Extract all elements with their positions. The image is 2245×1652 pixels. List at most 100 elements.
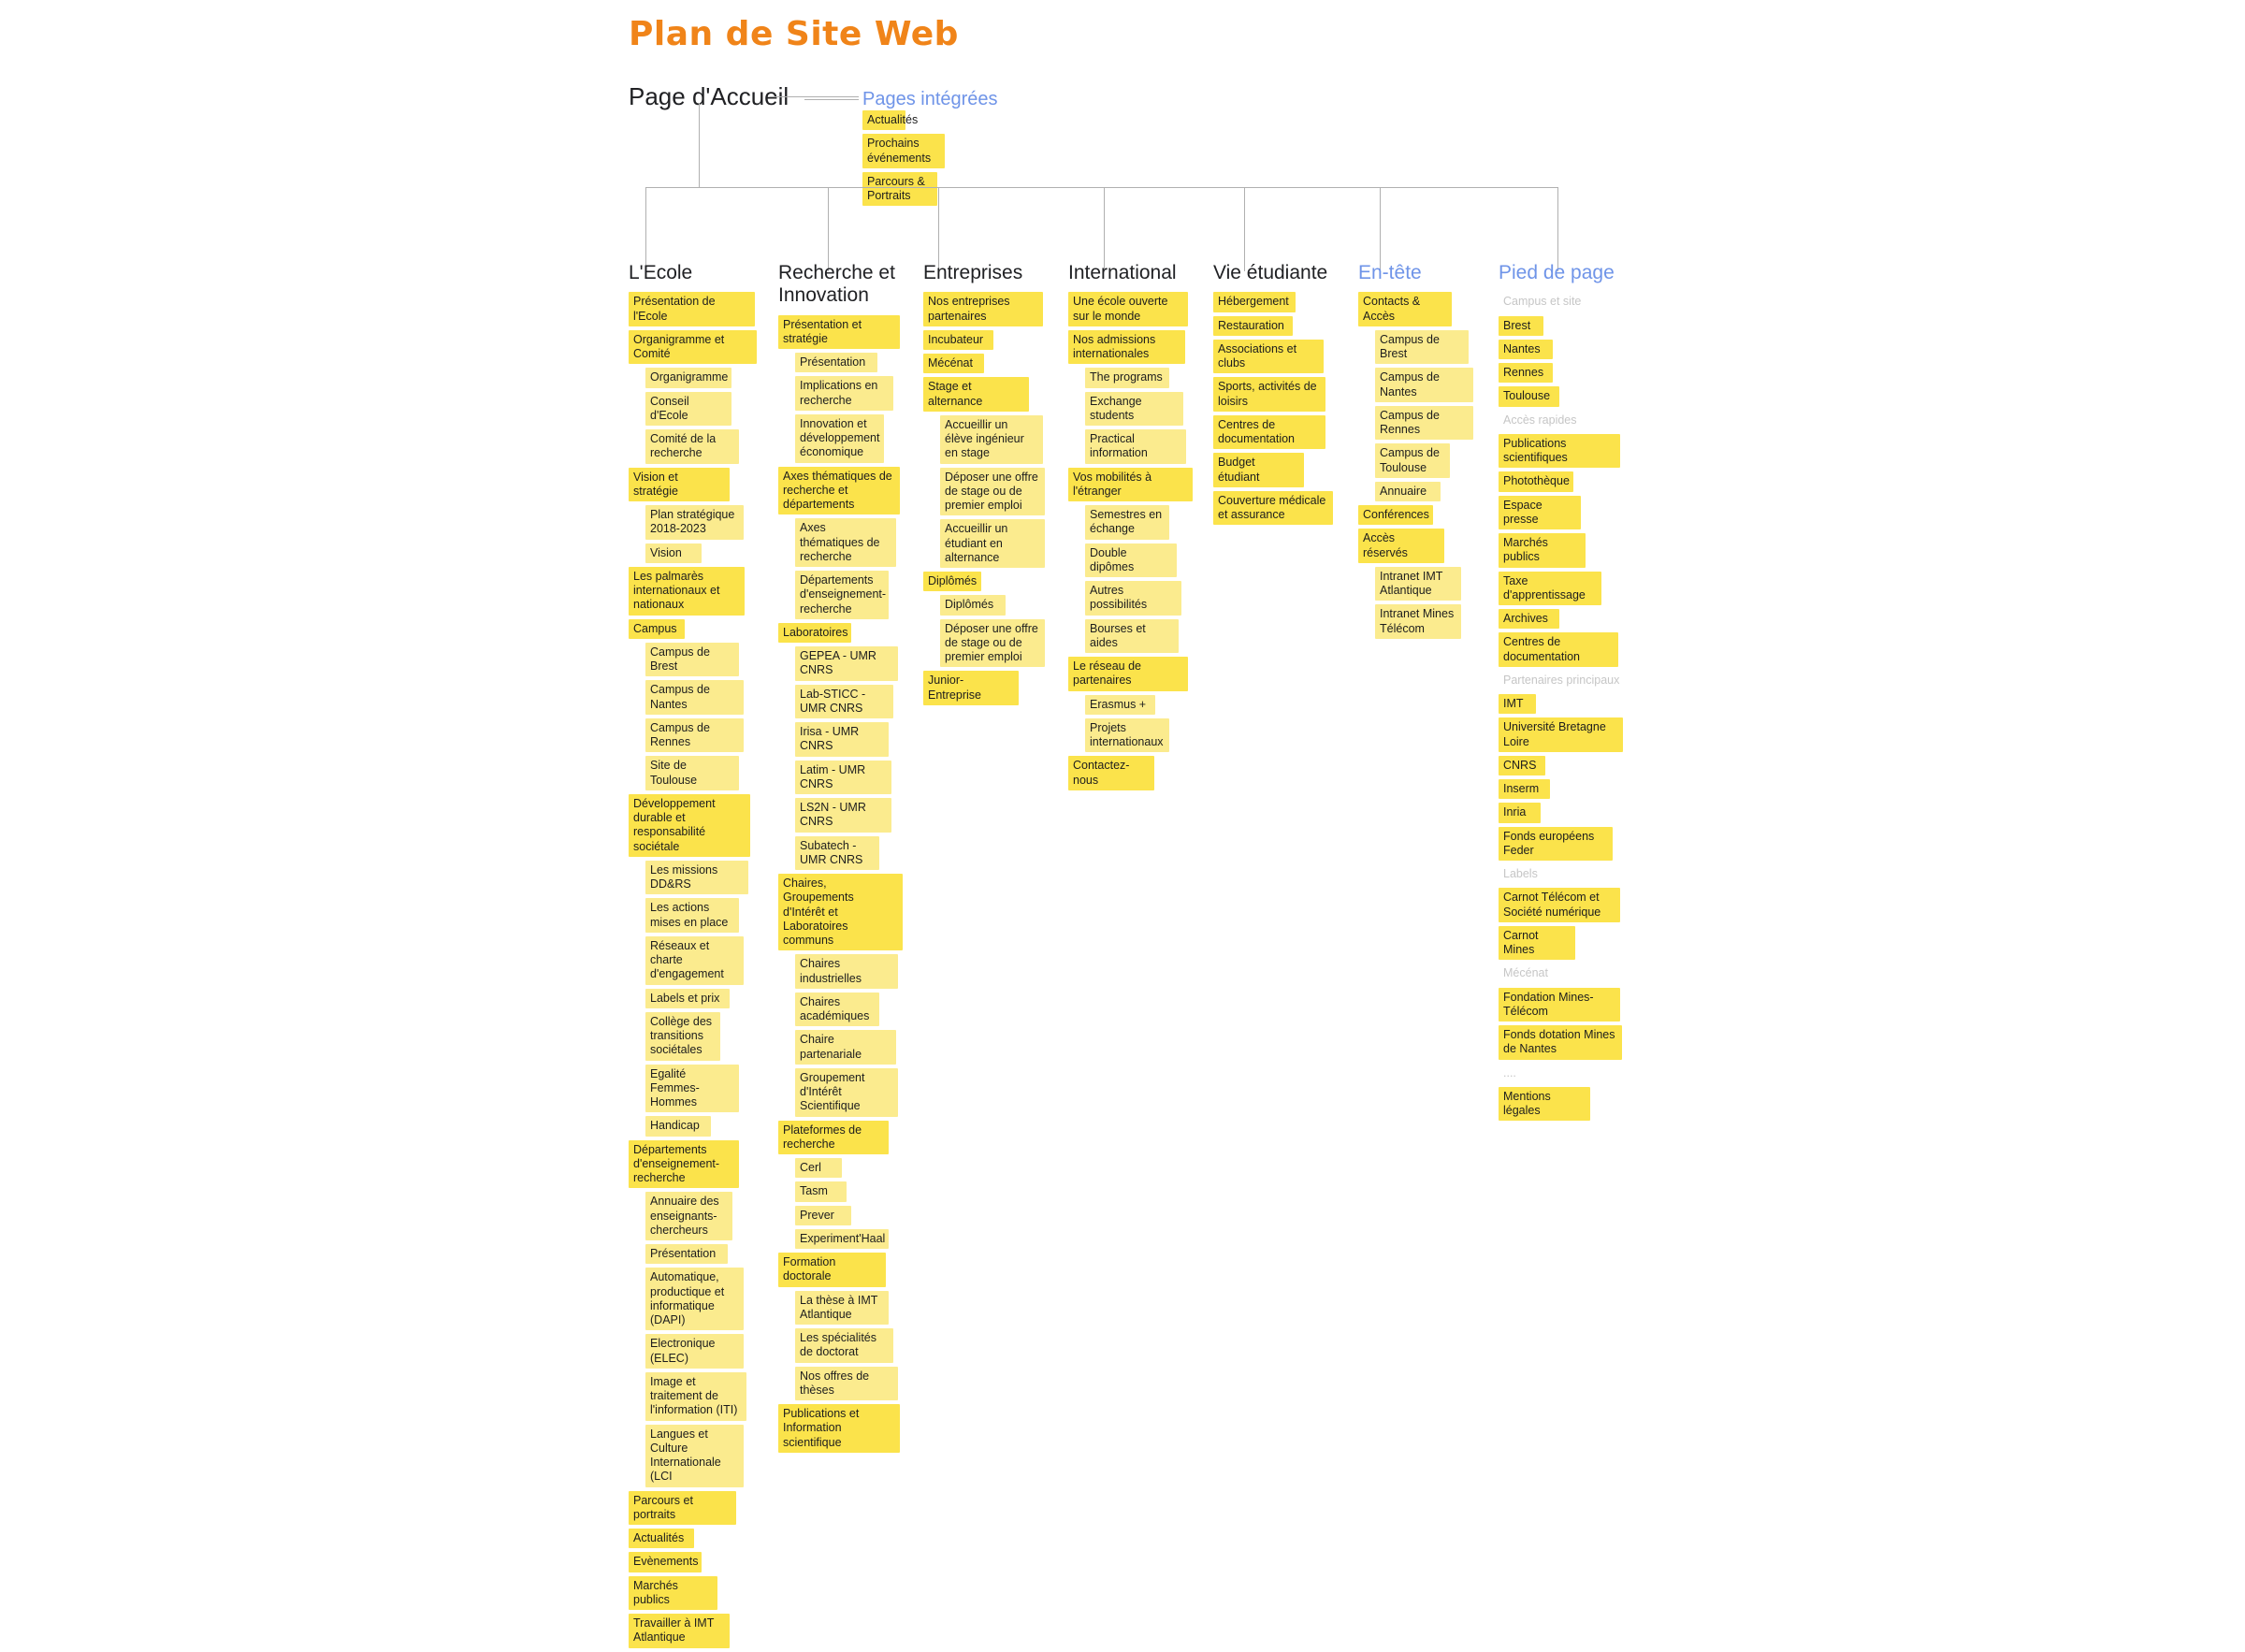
sitemap-node[interactable]: Travailler à IMT Atlantique [629,1614,730,1648]
sitemap-node[interactable]: Couverture médicale et assurance [1213,490,1333,526]
sitemap-node[interactable]: Incubateur [923,329,993,351]
sitemap-node[interactable]: Inserm [1499,779,1550,800]
sitemap-node[interactable]: Contactez-nous [1068,756,1154,790]
sitemap-node[interactable]: Campus de Toulouse [1375,443,1450,478]
sitemap-node[interactable]: Présentation [645,1244,728,1265]
sitemap-node[interactable]: Experiment'Haal [795,1228,889,1250]
sitemap-node[interactable]: Practical information [1085,429,1186,464]
sitemap-node[interactable]: Développement durable et responsabilité … [629,793,750,857]
integrated-page-item[interactable]: Actualités [862,110,918,131]
sitemap-node[interactable]: Budget étudiant [1213,453,1304,487]
sitemap-node[interactable]: Langues et Culture Internationale (LCI [645,1424,744,1487]
sitemap-node[interactable]: Prever [795,1205,851,1225]
sitemap-node[interactable]: Autres possibilités [1085,581,1181,616]
sitemap-node[interactable]: Les actions mises en place [645,898,739,933]
sitemap-node[interactable]: Implications en recherche [795,376,893,411]
sitemap-node[interactable]: Carnot Télécom et Société numérique [1499,888,1620,922]
sitemap-node[interactable]: Chaires industrielles [795,954,898,989]
sitemap-node[interactable]: Carnot Mines [1499,925,1575,961]
sitemap-node[interactable]: Campus de Brest [645,642,739,677]
sitemap-node[interactable]: Centres de documentation [1499,632,1618,667]
sitemap-node[interactable]: Groupement d'Intérêt Scientifique [795,1067,898,1117]
sitemap-node[interactable]: Accès réservés [1358,529,1444,563]
sitemap-node[interactable]: Electronique (ELEC) [645,1334,744,1369]
sitemap-node[interactable]: Vos mobilités à l'étranger [1068,467,1193,502]
sitemap-node[interactable]: Intranet IMT Atlantique [1375,566,1461,601]
sitemap-node[interactable]: Marchés publics [1499,533,1586,568]
sitemap-node[interactable]: Présentation et stratégie [778,314,900,350]
sitemap-node[interactable]: Evènements [629,1552,702,1572]
sitemap-node[interactable]: Site de Toulouse [645,756,739,790]
sitemap-node[interactable]: Intranet Mines Télécom [1375,604,1461,639]
sitemap-node[interactable]: Comité de la recherche [645,429,739,464]
sitemap-node[interactable]: Associations et clubs [1213,339,1324,374]
sitemap-node[interactable]: Actualités [629,1529,694,1549]
sitemap-node[interactable]: Plan stratégique 2018-2023 [645,505,744,540]
sitemap-node[interactable]: Fondation Mines-Télécom [1499,987,1620,1022]
sitemap-node[interactable]: Annuaire [1375,481,1441,502]
sitemap-node[interactable]: Présentation [795,353,877,373]
sitemap-node[interactable]: Campus de Nantes [1375,368,1473,402]
sitemap-node[interactable]: Inria [1499,803,1541,823]
sitemap-node[interactable]: Marchés publics [629,1575,717,1611]
sitemap-node[interactable]: Départements d'enseignement-recherche [629,1139,739,1189]
sitemap-node[interactable]: Les missions DD&RS [645,860,748,895]
sitemap-node[interactable]: Le réseau de partenaires [1068,657,1188,691]
sitemap-node[interactable]: Mécénat [923,354,984,374]
sitemap-node[interactable]: Rennes [1499,363,1553,384]
sitemap-node[interactable]: Fonds européens Feder [1499,826,1613,862]
sitemap-node[interactable]: Fonds dotation Mines de Nantes [1499,1025,1622,1060]
sitemap-node[interactable]: Les palmarès internationaux et nationaux [629,566,745,616]
sitemap-node[interactable]: Vision [645,543,702,563]
sitemap-node[interactable]: Stage et alternance [923,377,1029,412]
sitemap-node[interactable]: Tasm [795,1181,847,1202]
sitemap-node[interactable]: Université Bretagne Loire [1499,717,1623,752]
sitemap-node[interactable]: Une école ouverte sur le monde [1068,292,1188,326]
sitemap-node[interactable]: Nantes [1499,339,1553,360]
sitemap-node[interactable]: Centres de documentation [1213,414,1325,450]
sitemap-node[interactable]: Diplômés [940,595,1006,616]
sitemap-node[interactable]: Contacts & Accès [1358,292,1452,326]
sitemap-node[interactable]: Restauration [1213,315,1293,336]
sitemap-node[interactable]: Organigramme [645,368,731,388]
sitemap-node[interactable]: Réseaux et charte d'engagement [645,935,744,985]
integrated-page-item[interactable]: Parcours & Portraits [862,171,937,207]
sitemap-node[interactable]: Déposer une offre de stage ou de premier… [940,467,1045,516]
sitemap-node[interactable]: Campus de Nantes [645,680,744,715]
sitemap-node[interactable]: Exchange students [1085,391,1183,427]
sitemap-node[interactable]: Double dipômes [1085,543,1177,578]
sitemap-node[interactable]: Brest [1499,315,1543,336]
sitemap-node[interactable]: Projets internationaux [1085,717,1169,753]
sitemap-node[interactable]: Chaires académiques [795,992,879,1027]
sitemap-node[interactable]: La thèse à IMT Atlantique [795,1290,889,1326]
sitemap-node[interactable]: Subatech - UMR CNRS [795,835,879,871]
sitemap-node[interactable]: Image et traitement de l'information (IT… [645,1371,746,1421]
sitemap-node[interactable]: Présentation de l'Ecole [629,292,755,326]
sitemap-node[interactable]: Handicap [645,1116,711,1137]
sitemap-node[interactable]: Axes thématiques de recherche [795,518,896,568]
sitemap-node[interactable]: Automatique, productique et informatique… [645,1268,744,1331]
sitemap-node[interactable]: Chaire partenariale [795,1030,896,1065]
sitemap-node[interactable]: Espace presse [1499,495,1581,530]
sitemap-node[interactable]: Taxe d'apprentissage [1499,571,1601,606]
sitemap-node[interactable]: Campus de Brest [1375,329,1469,365]
sitemap-node[interactable]: Les spécialités de doctorat [795,1328,893,1363]
sitemap-node[interactable]: Egalité Femmes-Hommes [645,1064,739,1113]
sitemap-node[interactable]: LS2N - UMR CNRS [795,798,891,833]
sitemap-node[interactable]: Axes thématiques de recherche et départe… [778,466,900,515]
sitemap-node[interactable]: Archives [1499,609,1559,630]
sitemap-node[interactable]: GEPEA - UMR CNRS [795,646,898,681]
sitemap-node[interactable]: Accueillir un étudiant en alternance [940,519,1045,569]
sitemap-node[interactable]: Campus de Rennes [1375,405,1473,441]
sitemap-node[interactable]: Chaires, Groupements d'Intérêt et Labora… [778,874,903,951]
sitemap-node[interactable]: Mentions légales [1499,1086,1590,1122]
sitemap-node[interactable]: Organigramme et Comité [629,329,757,365]
sitemap-node[interactable]: CNRS [1499,755,1545,776]
sitemap-node[interactable]: Photothèque [1499,471,1573,492]
sitemap-node[interactable]: Latim - UMR CNRS [795,760,891,795]
sitemap-node[interactable]: Nos entreprises partenaires [923,292,1043,326]
sitemap-node[interactable]: Collège des transitions sociétales [645,1011,720,1061]
sitemap-node[interactable]: Formation doctorale [778,1253,886,1287]
sitemap-node[interactable]: Diplômés [923,572,981,592]
sitemap-node[interactable]: Nos admissions internationales [1068,329,1185,365]
